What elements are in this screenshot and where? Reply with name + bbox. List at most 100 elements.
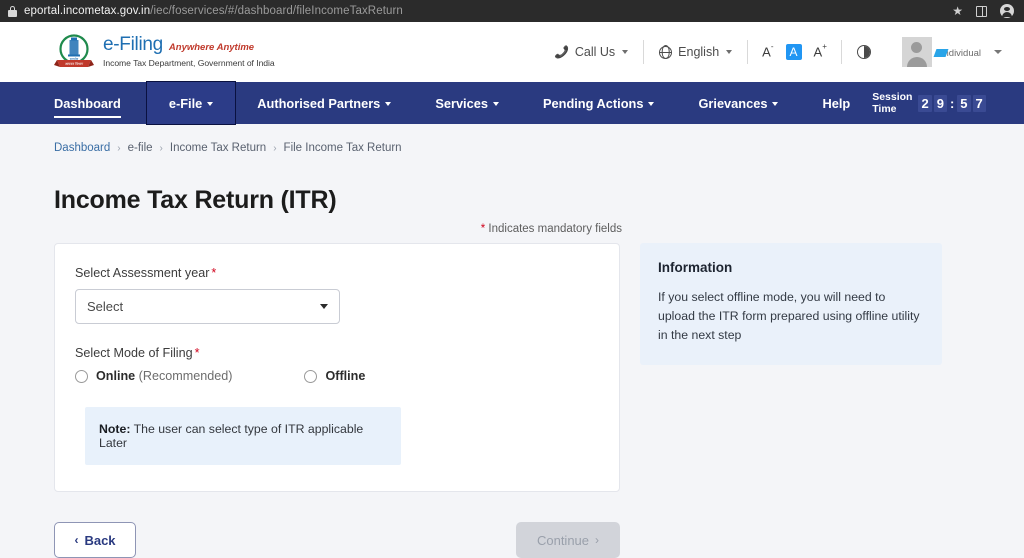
assessment-year-value: Select: [87, 299, 124, 314]
chevron-left-icon: ‹: [74, 533, 79, 547]
address-bar[interactable]: eportal.incometax.gov.in/iec/foservices/…: [24, 5, 403, 17]
nav-item-services[interactable]: Services: [413, 82, 521, 124]
nav-label: Help: [822, 95, 851, 111]
session-timer-digits: 2 9 : 5 7: [918, 94, 986, 112]
user-menu[interactable]: Individual: [886, 37, 1002, 67]
breadcrumb-item-dashboard[interactable]: Dashboard: [54, 142, 110, 154]
breadcrumb-separator: ›: [159, 142, 163, 154]
page-content: Dashboard › e-file › Income Tax Return ›…: [0, 124, 1024, 558]
nav-item-authorised-partners[interactable]: Authorised Partners: [235, 82, 413, 124]
radio-option-online[interactable]: Online (Recommended): [75, 369, 232, 383]
font-size-controls: A- A A+: [748, 43, 841, 60]
nav-label: Dashboard: [54, 95, 121, 111]
session-colon: :: [949, 95, 955, 111]
user-meta: Individual: [941, 44, 981, 60]
call-us-label: Call Us: [574, 45, 616, 59]
font-decrease-button[interactable]: A-: [762, 43, 773, 59]
session-timer-label: Session Time: [872, 91, 913, 115]
session-digit-3: 5: [957, 94, 971, 112]
nav-label: e-File: [168, 95, 203, 111]
continue-button-label: Continue: [536, 532, 590, 548]
breadcrumb-item-income-tax-return[interactable]: Income Tax Return: [170, 142, 266, 154]
radio-circle[interactable]: [304, 369, 318, 383]
information-panel: Information If you select offline mode, …: [640, 243, 942, 366]
contrast-icon: [856, 45, 871, 59]
nav-item-help[interactable]: Help: [800, 82, 872, 124]
brand-logo[interactable]: सत्यमेव आयकर विभाग e-Filing Anywhere Any…: [54, 32, 275, 72]
chevron-down-icon: [207, 102, 214, 106]
assessment-year-select[interactable]: Select: [75, 289, 340, 324]
chevron-down-icon: [726, 50, 733, 54]
globe-icon: [658, 45, 673, 59]
assessment-year-label: Select Assessment year *: [75, 266, 599, 280]
radio-label-bold: Offline: [325, 369, 366, 383]
main-navigation: Dashboard e-File Authorised Partners Ser…: [0, 81, 1024, 125]
contrast-toggle[interactable]: [842, 45, 886, 59]
font-increase-button[interactable]: A+: [814, 43, 827, 59]
radio-label-online: Online (Recommended): [96, 369, 232, 383]
nav-item-grievances[interactable]: Grievances: [676, 82, 800, 124]
browser-chrome-bar: eportal.incometax.gov.in/iec/foservices/…: [0, 0, 1024, 22]
radio-circle[interactable]: [75, 369, 88, 383]
nav-item-pending-actions[interactable]: Pending Actions: [521, 82, 676, 124]
browser-profile-icon[interactable]: [1000, 4, 1014, 18]
required-star: *: [211, 266, 217, 280]
page-title: Income Tax Return (ITR): [54, 186, 337, 214]
chevron-down-icon: [648, 102, 655, 106]
session-digit-1: 2: [918, 94, 932, 112]
income-tax-department-emblem-icon: सत्यमेव आयकर विभाग: [54, 32, 94, 72]
mode-of-filing-radio-group: Online (Recommended) Offline: [75, 369, 599, 383]
radio-label-bold: Online: [96, 369, 136, 383]
chevron-down-icon: [385, 102, 392, 106]
language-label: English: [678, 45, 720, 59]
mandatory-fields-note: * Indicates mandatory fields: [54, 223, 970, 235]
url-host: eportal.incometax.gov.in: [24, 5, 151, 17]
chevron-down-icon: [492, 102, 499, 106]
back-button[interactable]: ‹ Back: [54, 522, 136, 558]
note-box: Note: The user can select type of ITR ap…: [85, 407, 401, 465]
breadcrumb-item-e-file[interactable]: e-file: [128, 142, 153, 154]
lock-icon: [8, 5, 17, 17]
bookmark-star-icon[interactable]: ★: [952, 5, 963, 17]
header-tools: 📞 Call Us English A- A A+ Individual: [539, 37, 1002, 67]
language-menu[interactable]: English: [644, 45, 747, 59]
radio-label-muted: (Recommended): [135, 369, 233, 383]
url-path: /iec/foservices/#/dashboard/fileIncomeTa…: [150, 5, 403, 17]
side-panel-icon[interactable]: [976, 5, 987, 17]
brand-subtitle: Income Tax Department, Government of Ind…: [103, 57, 275, 68]
nav-label: Authorised Partners: [257, 95, 381, 111]
font-normal-button[interactable]: A: [785, 44, 802, 60]
browser-actions: ★: [952, 4, 1016, 18]
breadcrumb-separator: ›: [273, 142, 277, 154]
nav-label: Services: [435, 95, 488, 111]
chevron-down-icon: [622, 50, 629, 54]
required-star: *: [194, 346, 200, 360]
brand-text: e-Filing Anywhere Anytime Income Tax Dep…: [103, 35, 275, 70]
information-title: Information: [658, 260, 733, 275]
brand-tagline: Anywhere Anytime: [168, 41, 255, 53]
brand-name: e-Filing: [103, 33, 163, 55]
breadcrumb: Dashboard › e-file › Income Tax Return ›…: [54, 142, 970, 154]
breadcrumb-separator: ›: [117, 142, 121, 154]
back-button-label: Back: [84, 532, 116, 548]
information-body: If you select offline mode, you will nee…: [658, 290, 920, 343]
radio-label-offline: Offline: [325, 369, 365, 383]
session-digit-4: 7: [972, 94, 986, 112]
site-header: सत्यमेव आयकर विभाग e-Filing Anywhere Any…: [0, 22, 1024, 82]
chevron-down-icon: [994, 50, 1002, 54]
mode-of-filing-label-text: Select Mode of Filing: [75, 346, 193, 360]
nav-item-e-file[interactable]: e-File: [145, 81, 237, 125]
nav-label: Pending Actions: [542, 95, 644, 111]
avatar: [901, 37, 932, 67]
note-prefix: Note:: [99, 422, 131, 436]
mode-of-filing-label: Select Mode of Filing *: [75, 346, 599, 360]
radio-option-offline[interactable]: Offline: [304, 369, 365, 383]
content-row: Select Assessment year * Select Select Mo…: [54, 243, 970, 492]
call-us-menu[interactable]: 📞 Call Us: [539, 45, 643, 59]
phone-icon: 📞: [553, 45, 569, 59]
continue-button[interactable]: Continue ›: [516, 522, 620, 558]
note-text: The user can select type of ITR applicab…: [99, 422, 364, 450]
session-digit-2: 9: [933, 94, 947, 112]
session-timer: Session Time 2 9 : 5 7: [872, 82, 1024, 124]
nav-item-dashboard[interactable]: Dashboard: [54, 82, 147, 124]
